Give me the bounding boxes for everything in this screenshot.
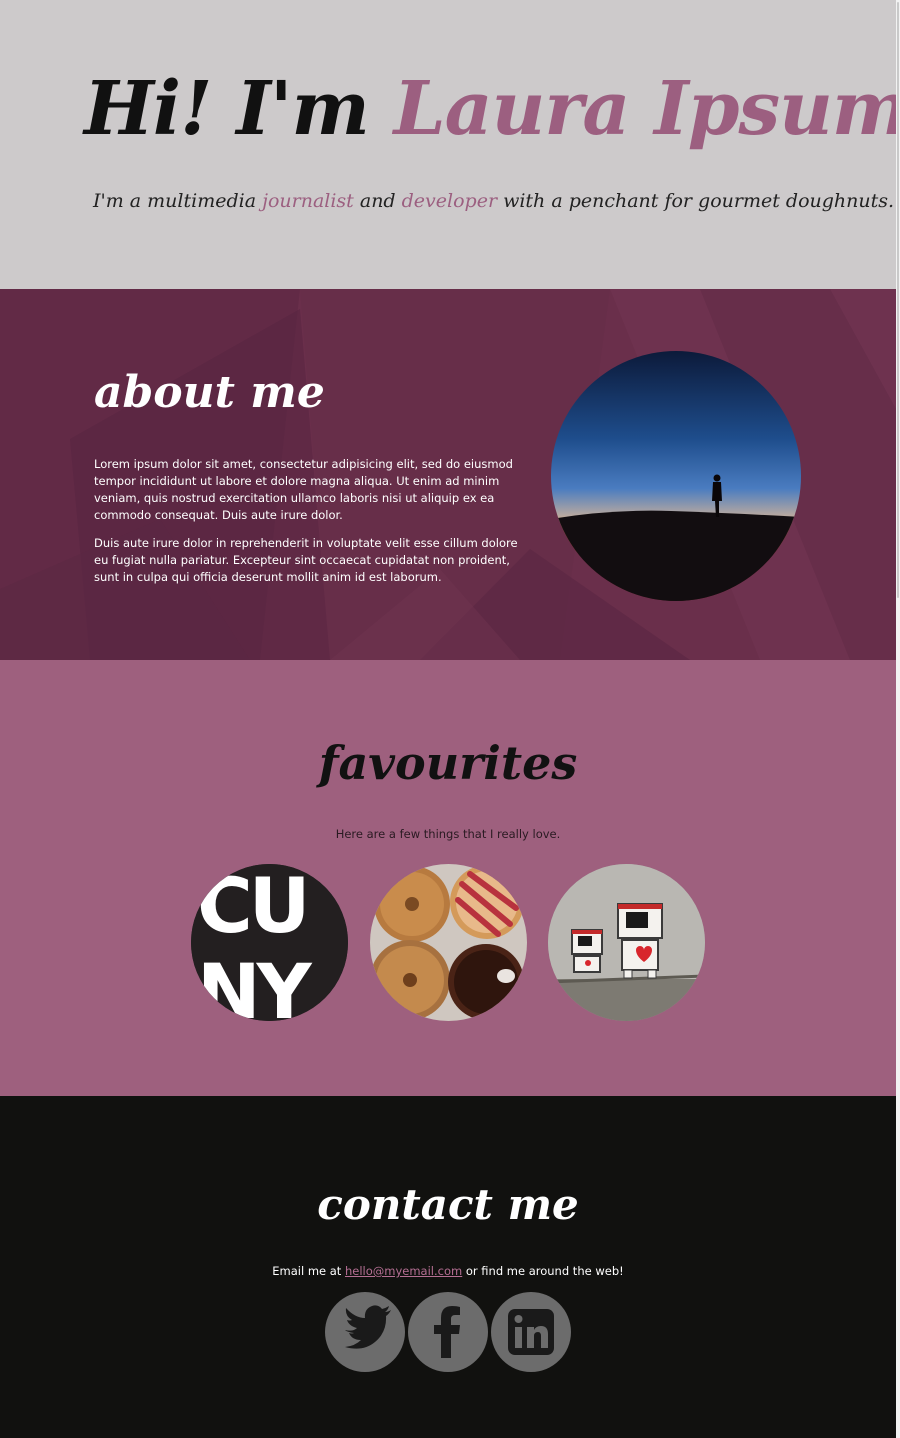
about-photo-sunset-silhouette [551,351,801,601]
twitter-icon [345,1305,391,1349]
contact-email-prefix: Email me at [272,1264,345,1278]
hero-greeting: Hi! I'm [84,66,394,152]
twitter-button[interactable] [325,1292,405,1372]
favourites-subtitle: Here are a few things that I really love… [335,827,561,841]
favourites-title: favourites [318,736,578,790]
about-section: about me Lorem ipsum dolor sit amet, con… [0,289,896,660]
hero-title: Hi! I'm Laura Ipsum. [84,66,900,152]
tagline-journalist: journalist [262,190,354,212]
facebook-button[interactable] [408,1292,488,1372]
hero-tagline: I'm a multimedia journalist and develope… [93,190,894,212]
about-paragraph-2: Duis aute irure dolor in reprehenderit i… [94,536,518,584]
tagline-text: with a penchant for gourmet doughnuts. [497,190,895,212]
contact-title: contact me [317,1180,579,1229]
cuny-logo-text-bottom: NY [197,947,313,1021]
hero-name: Laura Ipsum [393,66,900,152]
page: Hi! I'm Laura Ipsum. I'm a multimedia jo… [0,0,900,1438]
hero-section: Hi! I'm Laura Ipsum. I'm a multimedia jo… [0,0,900,289]
tagline-text: and [353,190,402,212]
favourite-cuny-logo[interactable]: CU NY [191,864,348,1021]
cuny-logo-text-top: CU [197,864,307,950]
contact-section: contact me Email me at hello@myemail.com… [0,1096,896,1438]
about-paragraph-1: Lorem ipsum dolor sit amet, consectetur … [94,457,513,522]
contact-email-suffix: or find me around the web! [462,1264,624,1278]
favourite-street-art-photo[interactable] [548,864,705,1021]
linkedin-button[interactable] [491,1292,571,1372]
about-title: about me [94,367,325,418]
scrollbar-thumb[interactable] [897,2,899,598]
tagline-developer: developer [401,190,498,212]
linkedin-icon [508,1309,554,1355]
email-link[interactable]: hello@myemail.com [345,1264,462,1278]
contact-email-line: Email me at hello@myemail.com or find me… [0,1264,896,1278]
tagline-text: I'm a multimedia [93,190,263,212]
favourite-doughnuts-photo[interactable] [370,864,527,1021]
scrollbar[interactable] [896,0,900,1438]
favourites-section: favourites Here are a few things that I … [0,660,896,1096]
facebook-icon [434,1306,460,1358]
